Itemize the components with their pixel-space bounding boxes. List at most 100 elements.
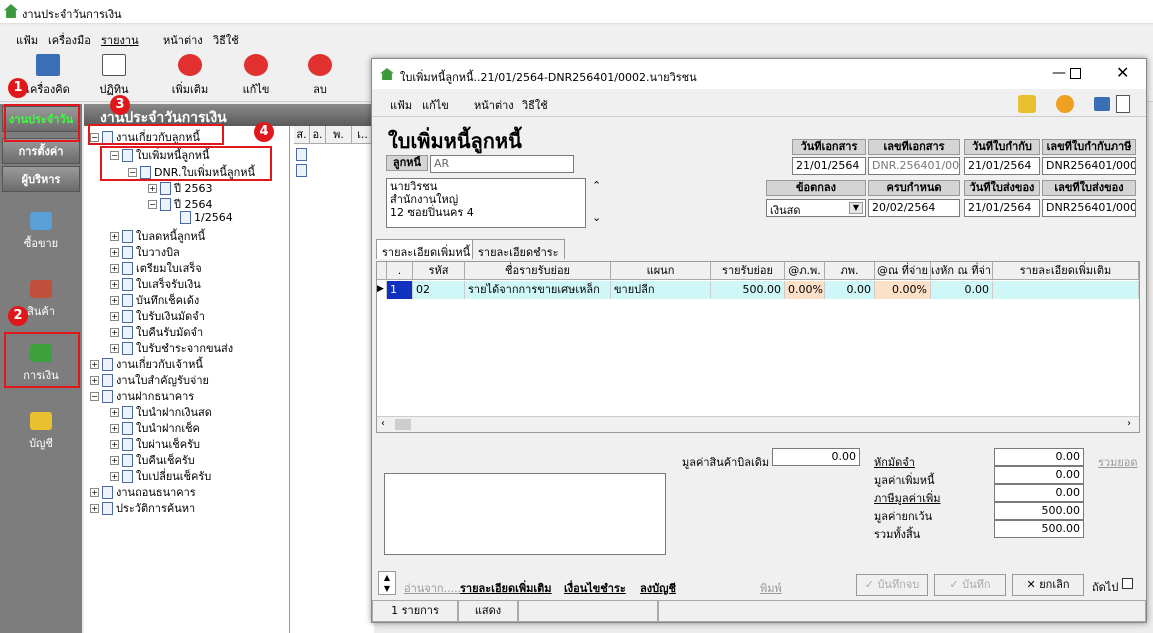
grid-cell[interactable]: ขายปลีก [611,281,711,299]
grid-cell[interactable]: 0.00 [931,281,993,299]
list-col-header[interactable]: อ. [310,126,326,144]
payment-terms-link[interactable]: เงื่อนไขชำระ [564,579,626,597]
maximize-icon[interactable] [1070,68,1081,79]
wmenu-window[interactable]: หน้าต่าง [474,96,514,114]
wmenu-edit[interactable]: แก้ไข [422,96,449,114]
grid-col-header[interactable]: เงหัก ณ ที่จ่าย [931,262,993,280]
debit-note-window: ใบเพิ่มหนี้ลูกหนี้..21/01/2564-DNR256401… [371,58,1147,623]
tab-debit-details[interactable]: รายละเอียดเพิ่มหนี้ [376,239,477,259]
list-col-header[interactable]: ส. [294,126,310,144]
deposit-value: 0.00 [994,448,1084,466]
status-cell [518,600,658,622]
deposit-link[interactable]: หักมัดจำ [874,453,915,471]
due-date-header: ครบกำหนด [868,180,960,196]
next-checkbox[interactable] [1122,578,1133,589]
tax-invoice-input[interactable]: DNR256401/0002 [1042,157,1136,175]
arrow-up-circle-icon [244,54,268,76]
doc-date-input[interactable]: 21/01/2564 [792,157,866,175]
vat-link[interactable]: ภาษีมูลค่าเพิ่ม [874,489,940,507]
tab-management[interactable]: ผู้บริหาร [2,166,80,192]
delivery-number-input[interactable]: DNR256401/0002 [1042,199,1136,217]
edit-button[interactable]: แก้ไข [228,52,284,100]
grid-col-header[interactable]: . [387,262,413,280]
menu-tools[interactable]: เครื่องมือ [48,31,91,49]
calendar-icon [102,54,126,76]
scroll-thumb[interactable] [395,419,411,430]
notes-textarea[interactable] [384,473,666,555]
grid-cell[interactable]: 1 [387,281,413,299]
due-date-input[interactable]: 20/02/2564 [868,199,960,217]
terms-select[interactable]: เงินสด ▼ [766,199,866,217]
wmenu-file[interactable]: แฟ้ม [390,96,412,114]
grid-col-header[interactable]: ภพ. [825,262,875,280]
chevron-down-icon[interactable]: ▼ [849,202,863,214]
grid-cell[interactable] [993,281,1139,299]
disc-icon[interactable] [1056,95,1074,113]
document-icon[interactable] [296,148,307,161]
grid-col-header[interactable]: แผนก [611,262,711,280]
grand-total-label: รวมทั้งสิ้น [874,528,921,541]
app-titlebar: งานประจำวันการเงิน [0,0,1153,24]
minimize-icon[interactable]: — [1052,65,1066,81]
module-accounting[interactable]: บัญชี [2,404,80,460]
grid-col-header[interactable]: รายละเอียดเพิ่มเติม [993,262,1139,280]
grid-cell[interactable]: 0.00% [785,281,825,299]
chevron-left-icon[interactable]: ‹ [381,418,385,429]
print-link[interactable]: พิมพ์ [760,579,782,597]
delivery-date-input[interactable]: 21/01/2564 [964,199,1040,217]
sum-link[interactable]: รวมยอด [1098,453,1138,471]
tree-node[interactable]: 1/2564 [180,211,233,224]
menu-window[interactable]: หน้าต่าง [163,31,203,49]
horizontal-scrollbar[interactable]: ‹ › [377,416,1139,432]
customer-code-input[interactable]: AR [430,155,574,173]
calculator-button[interactable]: เครื่องคิดเลข [20,52,76,114]
grid-cell[interactable]: 0.00% [875,281,931,299]
scroll-down-icon[interactable]: ⌄ [592,211,601,224]
customer-label: ลูกหนี้ [386,155,428,171]
more-details-link[interactable]: รายละเอียดเพิ่มเติม [460,579,552,597]
tab-payment-details[interactable]: รายละเอียดชำระ [472,239,565,259]
orig-value-label: มูลค่าสินค้าบิลเดิม [682,456,770,469]
menu-report[interactable]: รายงาน [101,31,139,49]
trade-icon [30,212,52,230]
record-stepper[interactable]: ▲ ▼ [378,571,396,595]
cancel-button[interactable]: ✕ ยกเลิก [1012,574,1084,596]
grid-cell[interactable]: รายได้จากการขายเศษเหล็ก [465,281,611,299]
grid-cell[interactable]: 02 [413,281,465,299]
list-col-header[interactable]: พ. [326,126,352,144]
delete-button[interactable]: ลบ [292,52,348,100]
module-trade[interactable]: ซื้อขาย [2,204,80,260]
add-button[interactable]: เพิ่มเติม [162,52,218,100]
chevron-right-icon[interactable]: › [1127,418,1131,429]
tree-node[interactable]: + ประวัติการค้นหา [90,499,195,517]
orig-value-input[interactable]: 0.00 [772,448,860,466]
grid-col-header[interactable]: รายรับย่อย [711,262,785,280]
document-icon[interactable] [296,164,307,177]
wmenu-help[interactable]: วิธีใช้ [522,96,548,114]
grid-cell[interactable]: 500.00 [711,281,785,299]
document-icon [122,421,133,435]
save-close-button[interactable]: ✓ บันทึกจบ [856,574,928,596]
save-button[interactable]: ✓ บันทึก [934,574,1006,596]
scroll-up-icon[interactable]: ⌃ [592,179,601,192]
read-from-link[interactable]: อ่านจาก..... [404,579,461,597]
products-icon [30,280,52,298]
calendar-icon[interactable] [1116,95,1130,113]
phone-icon[interactable] [1018,95,1036,113]
grid-col-header[interactable]: @ณ ที่จ่าย [875,262,931,280]
calculator-icon[interactable] [1094,97,1110,111]
grid-col-header[interactable]: รหัส [413,262,465,280]
menu-help[interactable]: วิธีใช้ [213,31,239,49]
accounting-icon [30,412,52,430]
grid-cell[interactable]: 0.00 [825,281,875,299]
grid-col-header[interactable]: @ภ.พ. [785,262,825,280]
invoice-date-input[interactable]: 21/01/2564 [964,157,1040,175]
status-count: 1 รายการ [372,600,458,622]
doc-number-input[interactable]: DNR.256401/0002 [868,157,960,175]
menu-file[interactable]: แฟ้ม [16,31,38,49]
post-ledger-link[interactable]: ลงบัญชี [640,579,676,597]
grid-col-header[interactable]: ชื่อรายรับย่อย [465,262,611,280]
calendar-button[interactable]: ปฏิทิน [86,52,142,100]
calculator-icon [36,54,60,76]
close-icon[interactable]: ✕ [1116,63,1129,82]
